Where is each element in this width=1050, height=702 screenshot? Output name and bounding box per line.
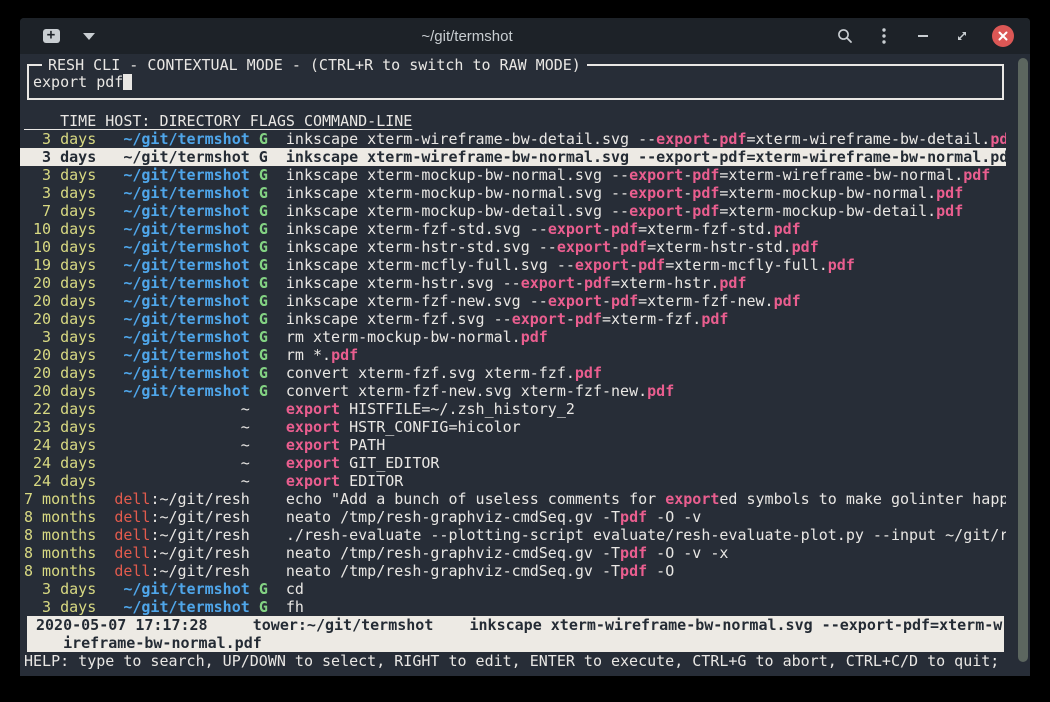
history-row[interactable]: 22 days ~ export HISTFILE=~/.zsh_history… xyxy=(20,400,1006,418)
titlebar-left xyxy=(20,27,98,45)
terminal-window: ~/git/termshot RESH CLI - CONTEXTUAL MOD… xyxy=(20,18,1030,676)
history-list: 3 days ~/git/termshot G inkscape xterm-w… xyxy=(20,130,1006,616)
close-button[interactable] xyxy=(992,25,1014,47)
scrollbar[interactable] xyxy=(1018,58,1028,662)
history-row[interactable]: 20 days ~/git/termshot G inkscape xterm-… xyxy=(20,310,1006,328)
selected-command-detail: 2020-05-07 17:17:28 tower:~/git/termshot… xyxy=(27,616,1004,652)
table-header: TIME HOST: DIRECTORY FLAGS COMMAND-LINE xyxy=(20,112,1030,130)
history-row[interactable]: 19 days ~/git/termshot G inkscape xterm-… xyxy=(20,256,1006,274)
history-row-selected[interactable]: 3 days ~/git/termshot G inkscape xterm-w… xyxy=(20,148,1006,166)
scrollbar-thumb[interactable] xyxy=(1018,58,1028,662)
history-row[interactable]: 20 days ~/git/termshot G inkscape xterm-… xyxy=(20,274,1006,292)
history-row[interactable]: 3 days ~/git/termshot G fh xyxy=(20,598,1006,616)
selected-command-line2: ireframe-bw-normal.pdf xyxy=(36,634,1004,652)
history-row[interactable]: 20 days ~/git/termshot G inkscape xterm-… xyxy=(20,292,1006,310)
tab-dropdown-caret-icon[interactable] xyxy=(80,27,98,45)
history-row[interactable]: 8 months dell:~/git/resh neato /tmp/resh… xyxy=(20,508,1006,526)
menu-kebab-icon[interactable] xyxy=(875,27,893,45)
history-row[interactable]: 8 months dell:~/git/resh neato /tmp/resh… xyxy=(20,544,1006,562)
history-row[interactable]: 23 days ~ export HSTR_CONFIG=hicolor xyxy=(20,418,1006,436)
titlebar: ~/git/termshot xyxy=(20,18,1030,54)
search-panel: RESH CLI - CONTEXTUAL MODE - (CTRL+R to … xyxy=(27,64,1004,100)
selected-command-line1: 2020-05-07 17:17:28 tower:~/git/termshot… xyxy=(36,616,1004,634)
history-row[interactable]: 7 months dell:~/git/resh echo "Add a bun… xyxy=(20,490,1006,508)
history-row[interactable]: 10 days ~/git/termshot G inkscape xterm-… xyxy=(20,220,1006,238)
history-row[interactable]: 3 days ~/git/termshot G inkscape xterm-m… xyxy=(20,184,1006,202)
restore-button[interactable] xyxy=(953,27,971,45)
history-row[interactable]: 20 days ~/git/termshot G convert xterm-f… xyxy=(20,382,1006,400)
help-bar: HELP: type to search, UP/DOWN to select,… xyxy=(20,652,1030,670)
window-title: ~/git/termshot xyxy=(98,28,836,45)
text-cursor xyxy=(123,74,132,90)
titlebar-right xyxy=(836,25,1030,47)
history-row[interactable]: 24 days ~ export PATH xyxy=(20,436,1006,454)
search-query-text: export pdf xyxy=(33,73,123,91)
search-icon[interactable] xyxy=(836,27,854,45)
minimize-button[interactable] xyxy=(914,27,932,45)
search-panel-title: RESH CLI - CONTEXTUAL MODE - (CTRL+R to … xyxy=(42,56,587,74)
new-tab-icon[interactable] xyxy=(42,27,60,45)
history-row[interactable]: 3 days ~/git/termshot G cd xyxy=(20,580,1006,598)
terminal-content: RESH CLI - CONTEXTUAL MODE - (CTRL+R to … xyxy=(20,54,1030,676)
history-row[interactable]: 20 days ~/git/termshot G convert xterm-f… xyxy=(20,364,1006,382)
history-row[interactable]: 7 days ~/git/termshot G inkscape xterm-m… xyxy=(20,202,1006,220)
history-row[interactable]: 3 days ~/git/termshot G rm xterm-mockup-… xyxy=(20,328,1006,346)
history-row[interactable]: 8 months dell:~/git/resh neato /tmp/resh… xyxy=(20,562,1006,580)
history-row[interactable]: 24 days ~ export GIT_EDITOR xyxy=(20,454,1006,472)
history-row[interactable]: 3 days ~/git/termshot G inkscape xterm-w… xyxy=(20,130,1006,148)
history-row[interactable]: 24 days ~ export EDITOR xyxy=(20,472,1006,490)
history-row[interactable]: 20 days ~/git/termshot G rm *.pdf xyxy=(20,346,1006,364)
history-row[interactable]: 10 days ~/git/termshot G inkscape xterm-… xyxy=(20,238,1006,256)
history-row[interactable]: 3 days ~/git/termshot G inkscape xterm-m… xyxy=(20,166,1006,184)
history-row[interactable]: 8 months dell:~/git/resh ./resh-evaluate… xyxy=(20,526,1006,544)
